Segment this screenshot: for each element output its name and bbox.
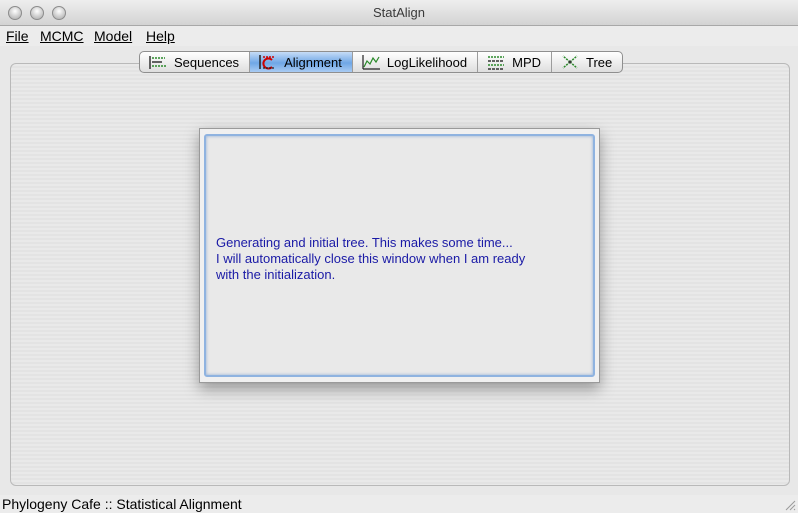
tab-mpd-label: MPD bbox=[512, 54, 541, 70]
tree-icon bbox=[562, 55, 578, 69]
tab-tree[interactable]: Tree bbox=[552, 52, 622, 72]
dialog-content: Generating and initial tree. This makes … bbox=[204, 134, 595, 377]
initialization-dialog: Generating and initial tree. This makes … bbox=[199, 128, 600, 383]
dialog-message-line: with the initialization. bbox=[216, 267, 336, 282]
mpd-icon bbox=[488, 56, 505, 70]
window-title: StatAlign bbox=[372, 5, 426, 20]
tab-bar: Sequences Alignment LogLikelihood MPD Tr… bbox=[139, 51, 624, 73]
tab-sequences[interactable]: Sequences bbox=[140, 52, 251, 72]
menu-help[interactable]: Help bbox=[146, 28, 175, 44]
tab-alignment-label: Alignment bbox=[284, 54, 342, 70]
menu-mcmc[interactable]: MCMC bbox=[40, 28, 84, 44]
status-bar: Phylogeny Cafe :: Statistical Alignment bbox=[0, 495, 798, 513]
resize-grip-icon[interactable] bbox=[784, 499, 796, 511]
tab-alignment[interactable]: Alignment bbox=[250, 52, 353, 72]
tab-loglikelihood[interactable]: LogLikelihood bbox=[353, 52, 479, 72]
tab-mpd[interactable]: MPD bbox=[478, 52, 552, 72]
alignment-icon bbox=[259, 55, 276, 70]
status-text: Phylogeny Cafe :: Statistical Alignment bbox=[2, 496, 242, 512]
app-window: StatAlign File MCMC Model Help Sequences bbox=[0, 0, 798, 513]
menu-bar: File MCMC Model Help bbox=[0, 26, 798, 46]
title-bar[interactable]: StatAlign bbox=[0, 0, 798, 26]
dialog-message-line: Generating and initial tree. This makes … bbox=[216, 235, 513, 250]
menu-model[interactable]: Model bbox=[94, 28, 132, 44]
menu-file[interactable]: File bbox=[6, 28, 29, 44]
dialog-message-line: I will automatically close this window w… bbox=[216, 251, 526, 266]
tab-tree-label: Tree bbox=[586, 54, 613, 70]
tab-sequences-label: Sequences bbox=[174, 54, 240, 70]
tab-loglikelihood-label: LogLikelihood bbox=[386, 54, 468, 70]
loglikelihood-chart-icon bbox=[362, 55, 380, 70]
sequences-icon bbox=[149, 56, 166, 69]
dialog-message: Generating and initial tree. This makes … bbox=[216, 235, 586, 283]
